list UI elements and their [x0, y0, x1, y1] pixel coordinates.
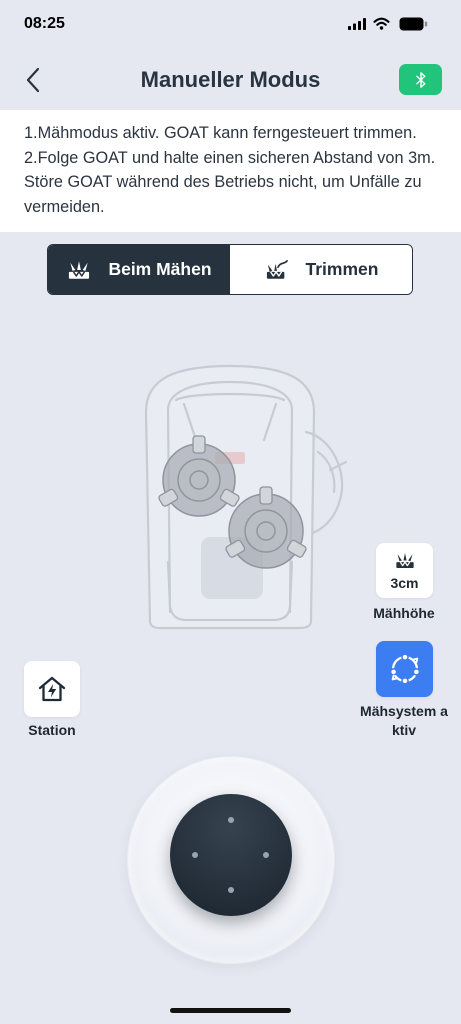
mode-option-trimming[interactable]: Trimmen [230, 245, 412, 294]
cutting-height-icon [395, 552, 414, 568]
cutting-system-label: Mähsystem aktiv [360, 703, 448, 738]
info-line: Störe GOAT während des Betriebs nicht, u… [24, 173, 422, 191]
signal-icon [348, 18, 366, 30]
cutting-height-value: 3cm [390, 574, 419, 591]
mode-option-label: Trimmen [305, 259, 379, 279]
page-title: Manueller Modus [140, 67, 321, 92]
battery-icon [399, 17, 428, 31]
mowing-icon [69, 260, 90, 279]
trimming-icon [266, 259, 288, 279]
bluetooth-icon [415, 71, 425, 88]
wifi-icon [373, 17, 390, 30]
robot-mower-illustration [144, 364, 348, 630]
home-indicator[interactable] [170, 1008, 291, 1013]
home-charging-icon [38, 676, 66, 702]
mode-toggle: Beim Mähen Trimmen [47, 244, 413, 295]
joystick-knob[interactable] [170, 794, 292, 916]
blade-rotation-icon [389, 653, 420, 685]
mode-option-mowing[interactable]: Beim Mähen [48, 245, 230, 294]
cutting-system-button[interactable] [376, 641, 433, 697]
joystick-dot-left [192, 852, 198, 858]
joystick-dot-right [263, 852, 269, 858]
mode-option-label: Beim Mähen [108, 259, 212, 279]
info-box: 1.Mähmodus aktiv. GOAT kann ferngesteuer… [0, 110, 461, 232]
joystick-dot-down [228, 887, 234, 893]
station-label: Station [28, 722, 76, 738]
cutting-height-label: Mähhöhe [373, 605, 435, 621]
info-line: vermeiden. [24, 197, 105, 216]
station-button[interactable] [24, 661, 80, 717]
info-line: 1.Mähmodus aktiv. GOAT kann ferngesteuer… [24, 124, 417, 142]
status-time: 08:25 [24, 15, 65, 32]
cutting-height-button[interactable]: 3cm [376, 543, 433, 598]
info-line: 2.Folge GOAT und halte einen sicheren Ab… [24, 148, 436, 167]
joystick-dot-up [228, 817, 234, 823]
bluetooth-button[interactable] [399, 64, 442, 95]
